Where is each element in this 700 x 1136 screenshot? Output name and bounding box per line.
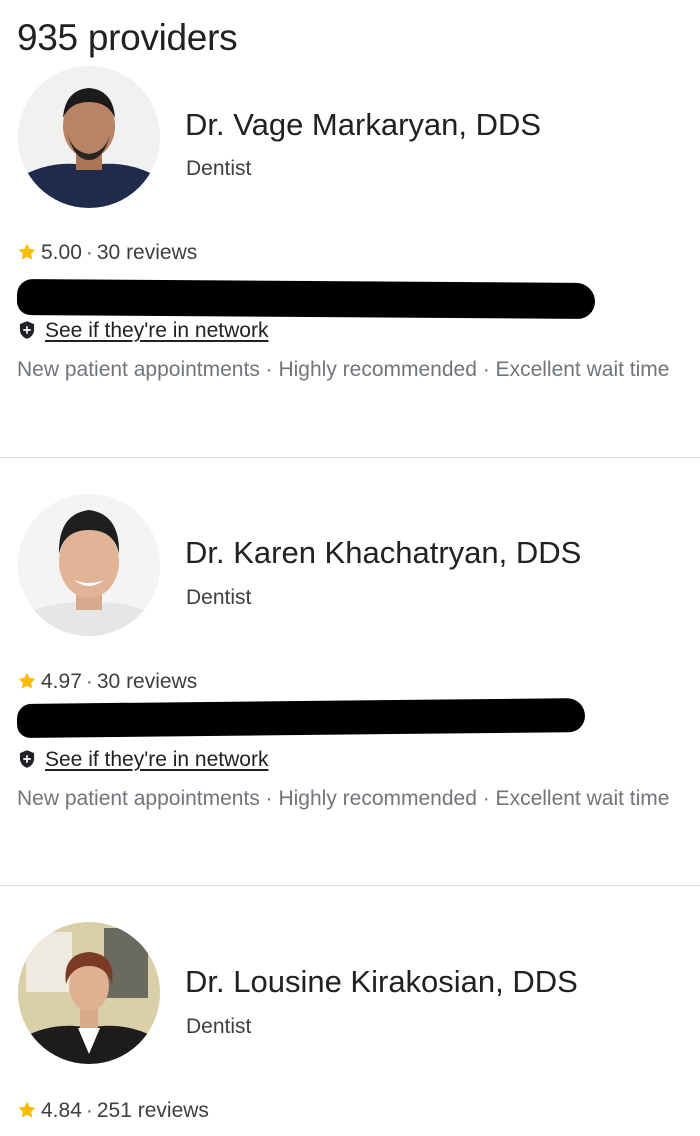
separator: · [85, 241, 93, 264]
review-count[interactable]: 30 reviews [97, 670, 197, 693]
provider-specialty: Dentist [186, 586, 252, 609]
network-link[interactable]: See if they're in network [45, 748, 268, 771]
provider-specialty: Dentist [186, 157, 252, 180]
redaction-mark [16, 698, 586, 738]
rating-value: 5.00 [41, 241, 82, 264]
rating-row: 5.00 · 30 reviews [17, 239, 197, 270]
provider-avatar[interactable] [18, 494, 160, 636]
separator: · [85, 1099, 93, 1122]
review-count[interactable]: 251 reviews [97, 1099, 209, 1122]
results-count: 935 providers [17, 17, 238, 58]
provider-highlights: New patient appointments · Highly recomm… [17, 787, 670, 810]
separator: · [85, 670, 93, 693]
provider-name[interactable]: Dr. Karen Khachatryan, DDS [185, 533, 581, 573]
redaction-mark [16, 278, 596, 320]
network-row[interactable]: See if they're in network [17, 746, 268, 777]
provider-highlights: New patient appointments · Highly recomm… [17, 358, 670, 381]
star-icon [17, 1100, 37, 1128]
review-count[interactable]: 30 reviews [97, 241, 197, 264]
star-icon [17, 242, 37, 270]
rating-value: 4.84 [41, 1099, 82, 1122]
shield-plus-icon [17, 749, 37, 777]
provider-card[interactable]: Dr. Karen Khachatryan, DDS Dentist 4.97 ·… [0, 458, 700, 885]
provider-name[interactable]: Dr. Lousine Kirakosian, DDS [185, 962, 578, 1002]
provider-card[interactable]: Dr. Vage Markaryan, DDS Dentist 5.00 · 30 … [0, 66, 700, 457]
star-icon [17, 671, 37, 699]
provider-avatar[interactable] [18, 922, 160, 1064]
rating-value: 4.97 [41, 670, 82, 693]
network-link[interactable]: See if they're in network [45, 319, 268, 342]
rating-row: 4.84 · 251 reviews [17, 1097, 209, 1128]
shield-plus-icon [17, 320, 37, 348]
provider-card[interactable]: Dr. Lousine Kirakosian, DDS Dentist 4.84… [0, 886, 700, 1136]
provider-avatar[interactable] [18, 66, 160, 208]
provider-specialty: Dentist [186, 1015, 252, 1038]
rating-row: 4.97 · 30 reviews [17, 668, 197, 699]
network-row[interactable]: See if they're in network [17, 317, 268, 348]
provider-name[interactable]: Dr. Vage Markaryan, DDS [185, 105, 541, 145]
